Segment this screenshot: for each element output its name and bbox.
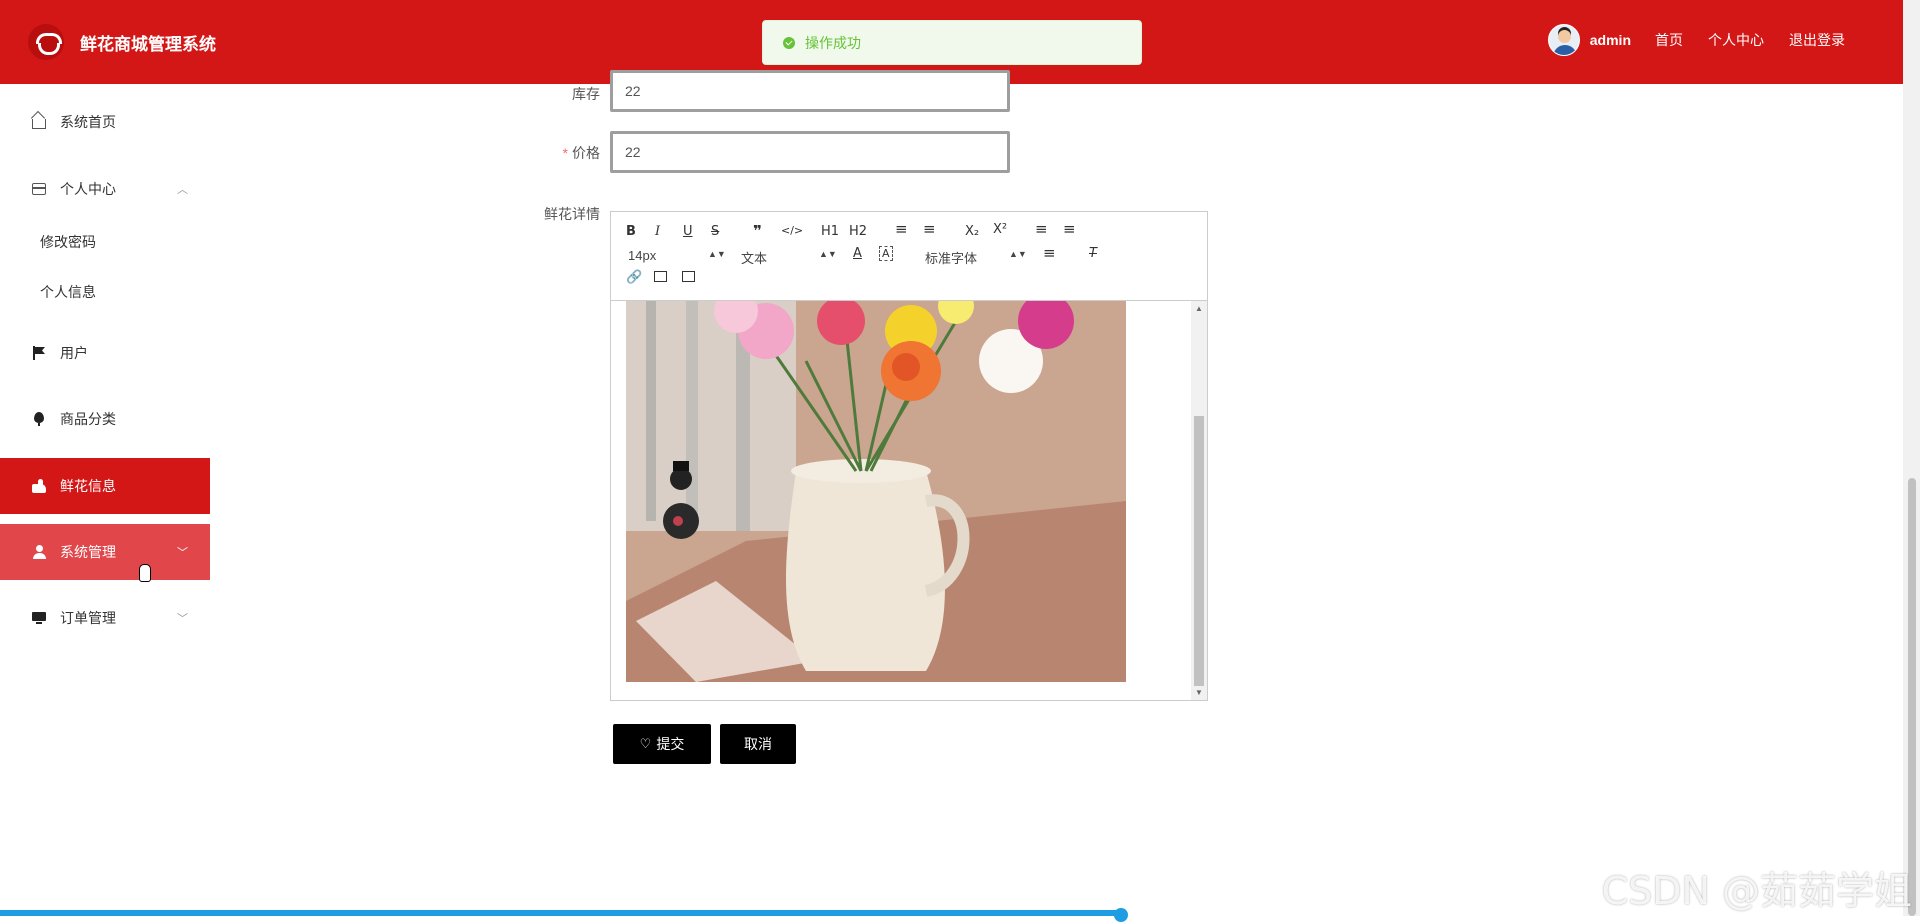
sidebar-item-system-management[interactable]: 系统管理 ﹀ <box>0 524 210 580</box>
details-label: 鲜花详情 <box>544 206 600 222</box>
sidebar-item-label: 个人中心 <box>60 181 116 197</box>
select-caret-icon: ▲▼ <box>1009 249 1027 259</box>
chevron-up-icon: ︿ <box>177 184 188 196</box>
scroll-up-icon[interactable]: ▲ <box>1195 304 1203 313</box>
success-check-icon <box>783 36 795 49</box>
bold-button[interactable]: B <box>626 224 636 239</box>
select-caret-icon: ▲▼ <box>708 249 726 259</box>
avatar[interactable] <box>1547 24 1580 56</box>
chevron-down-icon: ﹀ <box>177 547 188 559</box>
heading2-button[interactable]: H2 <box>849 224 867 239</box>
font-family-select[interactable]: 标准字体 ▲▼ <box>925 248 1027 267</box>
sidebar-item-label: 系统管理 <box>60 544 116 560</box>
watermark: CSDN @茹茹学姐 <box>1601 869 1912 913</box>
ordered-list-icon[interactable] <box>895 220 908 238</box>
user-area: admin 首页 个人中心 退出登录 <box>1547 24 1845 56</box>
flowers-in-white-pitcher-image <box>626 301 1126 682</box>
sidebar-item-users[interactable]: 用户 <box>0 325 210 381</box>
sidebar-subitem-change-password[interactable]: 修改密码 <box>40 232 96 252</box>
card-icon <box>32 183 46 195</box>
sidebar-item-categories[interactable]: 商品分类 <box>0 391 210 447</box>
sidebar-item-personal-center[interactable]: 个人中心 ︿ <box>0 161 210 217</box>
user-name[interactable]: admin <box>1590 32 1631 48</box>
stock-label: 库存 <box>572 86 600 102</box>
cancel-button[interactable]: 取消 <box>720 724 796 764</box>
font-color-icon[interactable]: A <box>853 246 862 261</box>
app-title: 鲜花商城管理系统 <box>80 35 216 54</box>
strikethrough-button[interactable]: S <box>711 224 719 239</box>
submit-button[interactable]: ♡ 提交 <box>613 724 711 764</box>
indent-icon[interactable] <box>1063 220 1076 238</box>
nav-profile-link[interactable]: 个人中心 <box>1708 30 1764 50</box>
flag-icon <box>32 346 46 360</box>
nav-home-link[interactable]: 首页 <box>1655 30 1683 50</box>
editor-scroll-thumb[interactable] <box>1194 416 1204 686</box>
sidebar-item-label: 用户 <box>60 345 88 361</box>
code-block-button[interactable]: </> <box>781 224 803 237</box>
sidebar-item-home[interactable]: 系统首页 <box>0 94 210 150</box>
page-scrollbar[interactable] <box>1903 0 1920 916</box>
editor-scrollbar[interactable]: ▲ ▼ <box>1191 301 1207 700</box>
superscript-button[interactable]: X² <box>993 222 1007 237</box>
sidebar-item-label: 鲜花信息 <box>60 478 116 494</box>
flower-logo-icon <box>28 24 64 60</box>
editor-toolbar: B I U S ❞ </> H1 H2 X₂ X² 14px▲▼ 文本▲▼ A … <box>611 212 1207 301</box>
align-icon[interactable] <box>1043 244 1056 262</box>
editor-content[interactable] <box>611 301 1207 700</box>
image-icon[interactable] <box>654 271 667 282</box>
toast-message: 操作成功 <box>805 34 861 51</box>
success-toast: 操作成功 <box>762 20 1142 65</box>
subscript-button[interactable]: X₂ <box>965 224 979 239</box>
outdent-icon[interactable] <box>1035 220 1048 238</box>
progress-knob[interactable] <box>1114 908 1129 922</box>
sidebar-subitem-personal-info[interactable]: 个人信息 <box>40 282 96 302</box>
link-icon[interactable]: 🔗 <box>626 270 642 285</box>
balloon-icon <box>32 412 46 426</box>
sidebar: 系统首页 个人中心 ︿ 修改密码 个人信息 用户 商品分类 鲜花信息 系统管理 … <box>0 84 210 916</box>
hand-icon <box>32 479 46 493</box>
nav-logout-link[interactable]: 退出登录 <box>1789 30 1845 50</box>
sidebar-item-orders[interactable]: 订单管理 ﹀ <box>0 590 210 646</box>
scroll-down-icon[interactable]: ▼ <box>1195 688 1203 697</box>
clear-format-icon[interactable]: T <box>1089 246 1097 261</box>
font-size-select[interactable]: 14px ▲▼ <box>628 248 726 263</box>
heading1-button[interactable]: H1 <box>821 224 839 239</box>
page-scroll-thumb[interactable] <box>1908 478 1916 916</box>
sidebar-item-label: 系统首页 <box>60 114 116 130</box>
sidebar-item-flower-info[interactable]: 鲜花信息 <box>0 458 210 514</box>
sidebar-item-label: 订单管理 <box>60 610 116 626</box>
price-label: * 价格 <box>562 145 600 161</box>
bullet-list-icon[interactable] <box>923 220 936 238</box>
underline-button[interactable]: U <box>683 224 693 239</box>
select-caret-icon: ▲▼ <box>819 249 837 259</box>
chevron-down-icon: ﹀ <box>177 613 188 625</box>
rich-text-editor[interactable]: B I U S ❞ </> H1 H2 X₂ X² 14px▲▼ 文本▲▼ A … <box>610 211 1208 701</box>
monitor-icon <box>32 611 46 625</box>
italic-button[interactable]: I <box>655 224 660 239</box>
user-icon <box>32 545 46 559</box>
home-icon <box>32 119 46 129</box>
blockquote-button[interactable]: ❞ <box>753 222 762 240</box>
background-color-icon[interactable]: A <box>879 246 893 261</box>
progress-fill <box>0 910 1122 916</box>
sidebar-item-label: 商品分类 <box>60 411 116 427</box>
price-input[interactable]: 22 <box>610 131 1010 173</box>
video-icon[interactable] <box>682 271 695 282</box>
header-select[interactable]: 文本 ▲▼ <box>741 248 837 267</box>
required-asterisk: * <box>562 145 568 161</box>
stock-input[interactable]: 22 <box>610 70 1010 112</box>
heart-icon: ♡ <box>639 736 652 751</box>
